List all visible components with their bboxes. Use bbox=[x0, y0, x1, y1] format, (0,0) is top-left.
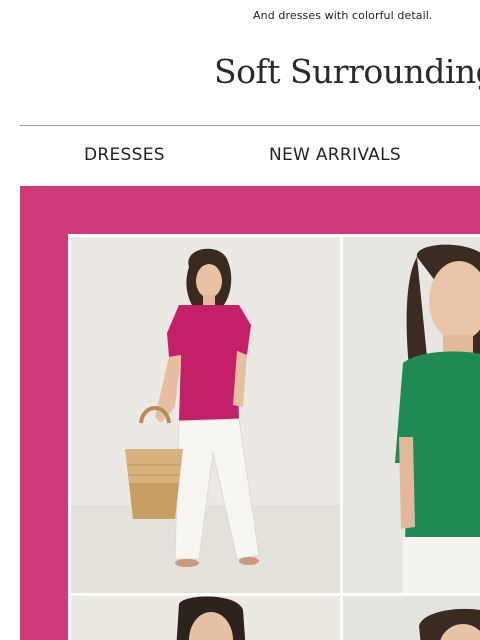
nav-link-dresses[interactable]: DRESSES bbox=[84, 145, 165, 165]
email-page: And dresses with colorful detail. Soft S… bbox=[0, 0, 480, 640]
product-photo-green-top[interactable] bbox=[343, 237, 480, 593]
product-photo-magenta-top[interactable] bbox=[71, 237, 340, 593]
nav-link-new-arrivals[interactable]: NEW ARRIVALS bbox=[269, 145, 401, 165]
product-photo-portrait-left[interactable] bbox=[71, 596, 340, 640]
header-divider bbox=[20, 125, 480, 126]
preheader-text: And dresses with colorful detail. bbox=[253, 9, 433, 22]
hero-banner[interactable] bbox=[20, 186, 480, 640]
photo-collage bbox=[68, 234, 480, 640]
brand-logo[interactable]: Soft Surroundings bbox=[214, 52, 480, 91]
product-photo-portrait-right[interactable] bbox=[343, 596, 480, 640]
main-nav: DRESSES NEW ARRIVALS bbox=[0, 145, 480, 169]
